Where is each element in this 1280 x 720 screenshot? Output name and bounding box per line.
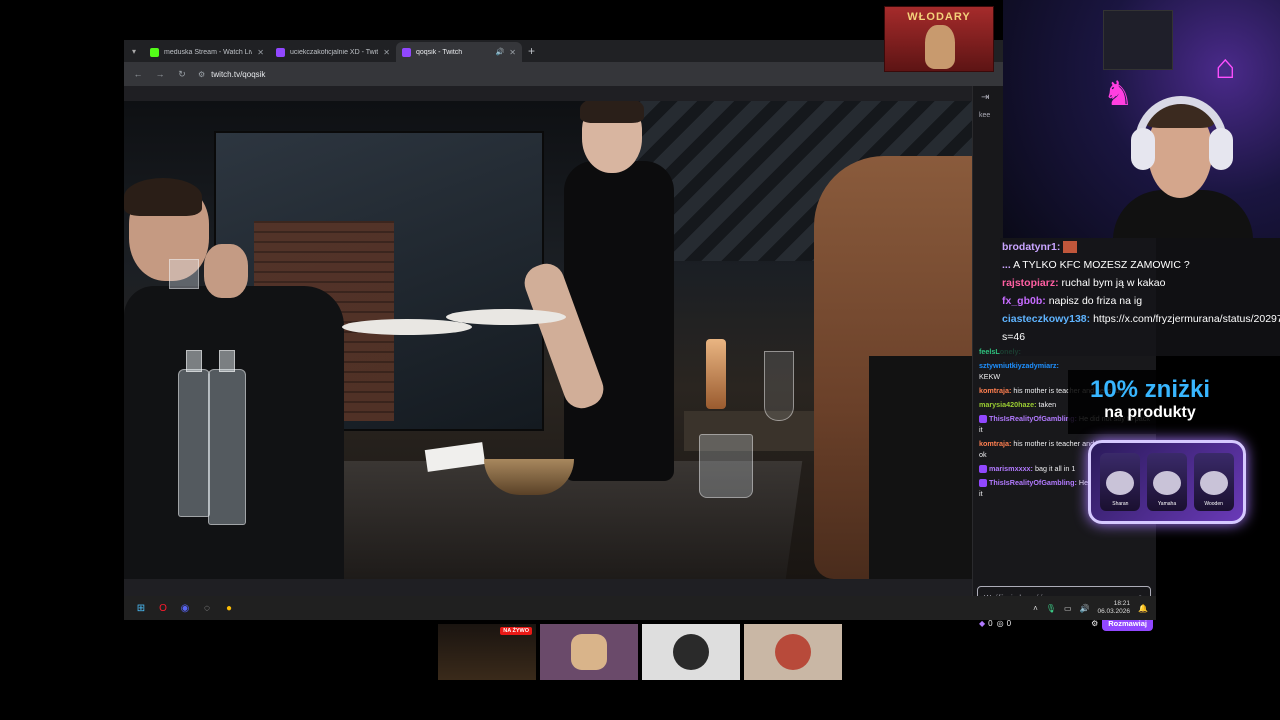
overlay-chat-message: s=46 — [1002, 331, 1026, 343]
twitch-icon — [276, 47, 285, 57]
taskbar: ⊞ O ◉ ◌ ● ˄ 🎙 ▭ 🔊 18:21 06.03.2026 🔔 — [124, 596, 1156, 620]
discount-ad: 10% zniżki na produkty Sharan Yamaha Woo… — [1068, 370, 1248, 530]
chevron-up-icon[interactable]: ˄ — [1033, 604, 1038, 613]
video-plate — [446, 309, 566, 325]
network-icon[interactable]: ▭ — [1064, 604, 1072, 613]
address-bar: ← → ↻ ⚙ twitch.tv/qoqsik — [124, 62, 1156, 86]
participants-strip: NA ŻYWO — [438, 624, 842, 680]
overlay-chat-message: brodatynr1: — [1000, 238, 1280, 256]
opera-icon[interactable]: O — [156, 601, 170, 615]
speaker-icon[interactable]: 🔊 — [496, 48, 505, 56]
volume-icon[interactable]: 🔊 — [1080, 604, 1090, 613]
avatar — [673, 634, 709, 670]
ad-product-card: Sharan — [1100, 453, 1141, 511]
wlodary-logo: WŁODARY — [884, 6, 994, 72]
subscriber-badge-icon — [979, 465, 987, 474]
collapse-chat-icon[interactable]: ⇥ — [981, 92, 989, 103]
ad-product-card: Wooden — [1193, 453, 1234, 511]
video-plate — [342, 319, 472, 335]
video-player[interactable] — [124, 101, 972, 579]
video-water-bottle — [178, 350, 210, 517]
clock[interactable]: 18:21 06.03.2026 — [1097, 600, 1130, 616]
participant-tile[interactable] — [744, 624, 842, 680]
webcam-shelf — [1103, 10, 1173, 70]
close-icon[interactable]: ✕ — [383, 48, 390, 57]
headset-ear-icon — [1209, 128, 1233, 170]
ad-phone-mockup: Sharan Yamaha Wooden — [1088, 440, 1246, 524]
overlay-chat-message: ... A TYLKO KFC MOZESZ ZAMOWIC ? — [1002, 259, 1190, 271]
windows-start-icon[interactable]: ⊞ — [134, 601, 148, 615]
logo-figure — [925, 25, 955, 69]
pinned-message[interactable]: kee — [979, 112, 990, 119]
overlay-chat-message: fx_gb0b: napisz do friza na ig — [1002, 295, 1143, 307]
neon-sign-icon: ⌂ — [1215, 48, 1236, 86]
app-icon[interactable]: ◌ — [200, 601, 214, 615]
overlay-chat: brodatynr1: ... A TYLKO KFC MOZESZ ZAMOW… — [1000, 238, 1280, 356]
video-lamp — [706, 339, 726, 409]
chrome-icon[interactable]: ● — [222, 601, 236, 615]
notification-bell-icon[interactable]: 🔔 — [1138, 604, 1148, 613]
subscriber-badge-icon — [979, 479, 987, 488]
twitch-icon — [402, 47, 411, 57]
participant-tile[interactable] — [642, 624, 740, 680]
headset-ear-icon — [1131, 128, 1155, 170]
live-badge: NA ŻYWO — [500, 627, 532, 635]
overlay-chat-message: ciasteczkowy138: https://x.com/fryzjermu… — [1002, 313, 1280, 325]
video-wine-glass — [764, 351, 794, 421]
new-tab-button[interactable]: + — [522, 44, 541, 58]
discord-icon[interactable]: ◉ — [178, 601, 192, 615]
subscriber-badge-icon — [979, 415, 987, 424]
participant-tile[interactable]: NA ŻYWO — [438, 624, 536, 680]
tab-bar: ▾ meduska Stream - Watch Live o ✕ uciekc… — [124, 40, 1156, 62]
emote-icon — [1063, 241, 1078, 254]
close-icon[interactable]: ✕ — [257, 48, 264, 57]
reload-icon[interactable]: ↻ — [176, 69, 188, 80]
tab-meduska[interactable]: meduska Stream - Watch Live o ✕ — [144, 42, 270, 62]
video-person-woman — [814, 156, 972, 579]
forward-icon[interactable]: → — [154, 69, 166, 79]
system-tray: ˄ 🎙 ▭ 🔊 18:21 06.03.2026 🔔 — [1033, 600, 1156, 616]
neon-sign-icon: ♞ — [1103, 75, 1134, 113]
video-person-waitress — [519, 101, 694, 481]
avatar — [571, 634, 607, 670]
tab-search-icon[interactable]: ▾ — [124, 40, 144, 62]
url-field[interactable]: ⚙ twitch.tv/qoqsik — [198, 70, 265, 79]
tab-uciekczak[interactable]: uciekczakoficjalnie XD - Twitch ✕ — [270, 42, 396, 62]
tab-qoqsik[interactable]: qoqsik - Twitch 🔊 ✕ — [396, 42, 522, 62]
video-water-bottle — [208, 350, 246, 525]
video-water-glass — [699, 434, 753, 498]
site-info-icon[interactable]: ⚙ — [198, 70, 205, 79]
overlay-chat-message: rajstopiarz: ruchal bym ją w kakao — [1002, 277, 1166, 289]
ad-product-card: Yamaha — [1146, 453, 1187, 511]
participant-tile[interactable] — [540, 624, 638, 680]
microphone-icon[interactable]: 🎙 — [1046, 604, 1056, 613]
back-icon[interactable]: ← — [132, 69, 144, 79]
avatar — [775, 634, 811, 670]
streamer-webcam: ♞ ⌂ — [1003, 0, 1280, 238]
close-icon[interactable]: ✕ — [509, 48, 516, 57]
kick-icon — [150, 47, 159, 57]
video-shot-glass — [169, 259, 199, 289]
